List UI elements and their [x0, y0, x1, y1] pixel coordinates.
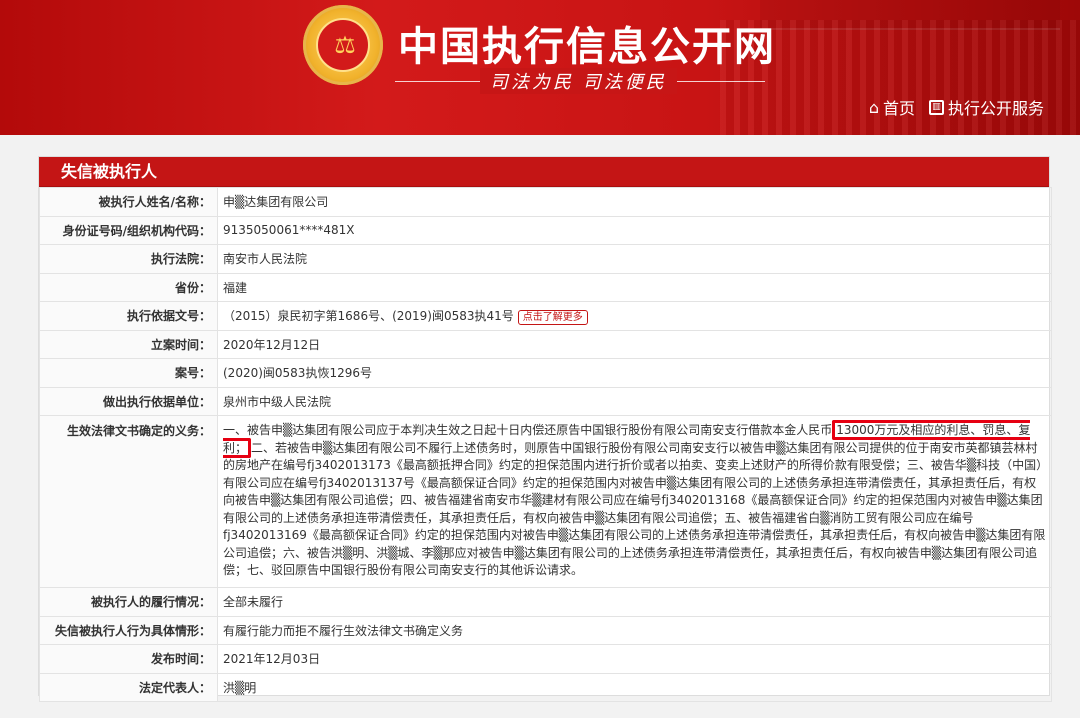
row-label: 发布时间： [39, 644, 218, 674]
table-row: 被执行人姓名/名称： 申▒达集团有限公司 [39, 187, 1052, 217]
table-row: 执行依据文号： （2015）泉民初字第1686号、(2019)闽0583执41号… [39, 301, 1052, 331]
table-row: 做出执行依据单位： 泉州市中级人民法院 [39, 386, 1052, 416]
nav-execution-service-label: 执行公开服务 [947, 99, 1044, 118]
row-label: 生效法律文书确定的义务： [39, 415, 218, 588]
table-row: 发布时间： 2021年12月03日 [39, 644, 1052, 674]
table-row: 法定代表人： 洪▒明 [39, 672, 1052, 702]
table-row: 身份证号码/组织机构代码： 9135050061****481X [39, 215, 1052, 245]
row-label: 失信被执行人行为具体情形： [39, 615, 218, 645]
basis-doc-number: （2015）泉民初字第1686号、(2019)闽0583执41号 [223, 308, 514, 323]
row-label: 法定代表人： [39, 672, 218, 702]
panel-title: 失信被执行人 [39, 157, 1049, 187]
obligation-text-post: 二、若被告申▒达集团有限公司不履行上述债务时，则原告中国银行股份有限公司南安支行… [223, 440, 1046, 578]
table-row: 立案时间： 2020年12月12日 [39, 329, 1052, 359]
table-row: 失信被执行人行为具体情形： 有履行能力而拒不履行生效法律文书确定义务 [39, 615, 1052, 645]
row-label: 执行依据文号： [39, 301, 218, 331]
table-row: 生效法律文书确定的义务： 一、被告申▒达集团有限公司应于本判决生效之日起十日内偿… [39, 415, 1052, 588]
row-value: 申▒达集团有限公司 [217, 187, 1052, 217]
table-row: 被执行人的履行情况： 全部未履行 [39, 587, 1052, 617]
row-label: 身份证号码/组织机构代码： [39, 215, 218, 245]
row-label: 被执行人的履行情况： [39, 587, 218, 617]
row-label: 立案时间： [39, 329, 218, 359]
obligation-text-pre: 一、被告申▒达集团有限公司应于本判决生效之日起十日内偿还原告中国银行股份有限公司… [223, 423, 833, 437]
obligation-text: 一、被告申▒达集团有限公司应于本判决生效之日起十日内偿还原告中国银行股份有限公司… [217, 415, 1052, 588]
chart-icon: ▥ [928, 99, 944, 115]
learn-more-button[interactable]: 点击了解更多 [517, 309, 588, 325]
dishonest-executee-panel: 失信被执行人 被执行人姓名/名称： 申▒达集团有限公司 身份证号码/组织机构代码… [38, 156, 1052, 702]
nav-home-label: 首页 [882, 99, 915, 118]
nav-home[interactable]: ⌂ 首页 [869, 95, 915, 119]
court-emblem-icon: ⚖ [303, 5, 383, 85]
row-value: 福建 [217, 272, 1052, 302]
row-value: 南安市人民法院 [217, 244, 1052, 274]
row-value: (2020)闽0583执恢1296号 [217, 358, 1052, 388]
home-icon: ⌂ [868, 97, 879, 117]
table-row: 执行法院： 南安市人民法院 [39, 244, 1052, 274]
site-slogan: 司法为民 司法便民 [480, 68, 677, 94]
row-label: 执行法院： [39, 244, 218, 274]
row-label: 被执行人姓名/名称： [39, 187, 218, 217]
row-value: 全部未履行 [217, 587, 1052, 617]
row-value: （2015）泉民初字第1686号、(2019)闽0583执41号 点击了解更多 [217, 301, 1052, 331]
info-table: 被执行人姓名/名称： 申▒达集团有限公司 身份证号码/组织机构代码： 91350… [39, 187, 1052, 702]
row-label: 案号： [39, 358, 218, 388]
row-value: 9135050061****481X [217, 215, 1052, 245]
table-row: 省份： 福建 [39, 272, 1052, 302]
row-value: 2021年12月03日 [217, 644, 1052, 674]
site-header: ⚖ 中国执行信息公开网 司法为民 司法便民 ⌂ 首页 ▥ 执行公开服务 [0, 0, 1080, 135]
row-label: 做出执行依据单位： [39, 386, 218, 416]
row-value: 洪▒明 [217, 672, 1052, 702]
nav-execution-service[interactable]: ▥ 执行公开服务 [928, 95, 1044, 119]
table-row: 案号： (2020)闽0583执恢1296号 [39, 358, 1052, 388]
row-value: 2020年12月12日 [217, 329, 1052, 359]
row-value: 有履行能力而拒不履行生效法律文书确定义务 [217, 615, 1052, 645]
top-nav: ⌂ 首页 ▥ 执行公开服务 [869, 95, 1044, 119]
row-label: 省份： [39, 272, 218, 302]
row-value: 泉州市中级人民法院 [217, 386, 1052, 416]
site-title: 中国执行信息公开网 [398, 24, 776, 70]
